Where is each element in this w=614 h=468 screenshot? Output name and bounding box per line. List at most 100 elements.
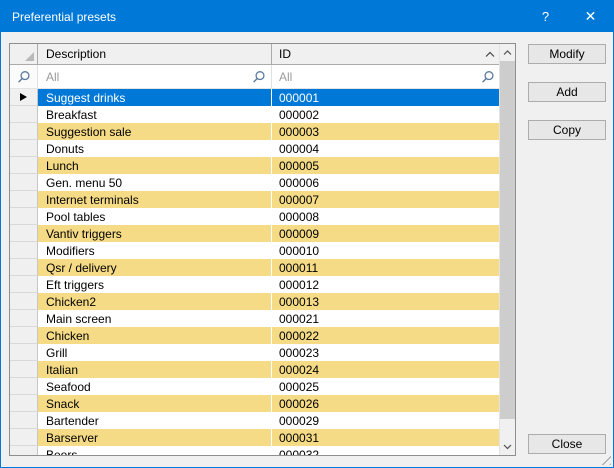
table-row[interactable]: Barserver000031 <box>10 429 499 446</box>
id-cell[interactable]: 000006 <box>272 174 499 191</box>
table-row[interactable]: Suggestion sale000003 <box>10 123 499 140</box>
row-header-cell[interactable] <box>10 344 38 361</box>
id-cell[interactable]: 000023 <box>272 344 499 361</box>
table-row[interactable]: Bartender000029 <box>10 412 499 429</box>
row-header-cell[interactable] <box>10 429 38 446</box>
description-cell[interactable]: Vantiv triggers <box>38 225 272 242</box>
description-cell[interactable]: Chicken <box>38 327 272 344</box>
description-cell[interactable]: Beers <box>38 446 272 455</box>
table-row[interactable]: Eft triggers000012 <box>10 276 499 293</box>
description-cell[interactable]: Donuts <box>38 140 272 157</box>
table-row[interactable]: Beers000032 <box>10 446 499 455</box>
row-header-cell[interactable] <box>10 310 38 327</box>
search-icon[interactable] <box>252 70 266 84</box>
help-button[interactable]: ? <box>523 1 568 32</box>
id-cell[interactable]: 000012 <box>272 276 499 293</box>
id-cell[interactable]: 000005 <box>272 157 499 174</box>
table-row[interactable]: Vantiv triggers000009 <box>10 225 499 242</box>
id-filter-input[interactable]: All <box>272 65 499 88</box>
row-header-cell[interactable] <box>10 157 38 174</box>
id-cell[interactable]: 000003 <box>272 123 499 140</box>
id-cell[interactable]: 000025 <box>272 378 499 395</box>
row-header-cell[interactable] <box>10 89 38 106</box>
scrollbar-track[interactable] <box>500 419 515 438</box>
description-cell[interactable]: Chicken2 <box>38 293 272 310</box>
row-header-cell[interactable] <box>10 412 38 429</box>
row-header-cell[interactable] <box>10 327 38 344</box>
table-row[interactable]: Main screen000021 <box>10 310 499 327</box>
scroll-down-button[interactable] <box>500 438 515 455</box>
row-header-cell[interactable] <box>10 259 38 276</box>
description-cell[interactable]: Seafood <box>38 378 272 395</box>
table-row[interactable]: Seafood000025 <box>10 378 499 395</box>
row-header-cell[interactable] <box>10 191 38 208</box>
row-header-cell[interactable] <box>10 446 38 455</box>
id-cell[interactable]: 000004 <box>272 140 499 157</box>
id-cell[interactable]: 000011 <box>272 259 499 276</box>
table-row[interactable]: Qsr / delivery000011 <box>10 259 499 276</box>
row-header-cell[interactable] <box>10 293 38 310</box>
row-header-cell[interactable] <box>10 225 38 242</box>
description-cell[interactable]: Grill <box>38 344 272 361</box>
id-cell[interactable]: 000008 <box>272 208 499 225</box>
description-cell[interactable]: Internet terminals <box>38 191 272 208</box>
table-row[interactable]: Modifiers000010 <box>10 242 499 259</box>
description-cell[interactable]: Main screen <box>38 310 272 327</box>
table-row[interactable]: Suggest drinks000001 <box>10 89 499 106</box>
row-header-cell[interactable] <box>10 174 38 191</box>
table-row[interactable]: Donuts000004 <box>10 140 499 157</box>
add-button[interactable]: Add <box>528 82 606 102</box>
row-header-cell[interactable] <box>10 208 38 225</box>
row-header-cell[interactable] <box>10 276 38 293</box>
description-cell[interactable]: Suggestion sale <box>38 123 272 140</box>
description-cell[interactable]: Eft triggers <box>38 276 272 293</box>
row-header-cell[interactable] <box>10 106 38 123</box>
table-row[interactable]: Italian000024 <box>10 361 499 378</box>
description-cell[interactable]: Modifiers <box>38 242 272 259</box>
row-header-cell[interactable] <box>10 123 38 140</box>
filter-corner-cell[interactable] <box>10 65 38 88</box>
table-row[interactable]: Pool tables000008 <box>10 208 499 225</box>
description-filter-input[interactable]: All <box>38 65 272 88</box>
description-cell[interactable]: Qsr / delivery <box>38 259 272 276</box>
id-cell[interactable]: 000024 <box>272 361 499 378</box>
description-cell[interactable]: Lunch <box>38 157 272 174</box>
table-row[interactable]: Breakfast000002 <box>10 106 499 123</box>
id-cell[interactable]: 000002 <box>272 106 499 123</box>
table-row[interactable]: Snack000026 <box>10 395 499 412</box>
description-cell[interactable]: Breakfast <box>38 106 272 123</box>
id-cell[interactable]: 000021 <box>272 310 499 327</box>
id-cell[interactable]: 000010 <box>272 242 499 259</box>
id-cell[interactable]: 000029 <box>272 412 499 429</box>
modify-button[interactable]: Modify <box>528 44 606 64</box>
close-button[interactable]: Close <box>528 434 606 454</box>
table-row[interactable]: Chicken000022 <box>10 327 499 344</box>
id-cell[interactable]: 000007 <box>272 191 499 208</box>
id-cell[interactable]: 000031 <box>272 429 499 446</box>
description-cell[interactable]: Pool tables <box>38 208 272 225</box>
row-header-cell[interactable] <box>10 140 38 157</box>
description-cell[interactable]: Suggest drinks <box>38 89 272 106</box>
column-header-id[interactable]: ID <box>272 44 499 64</box>
table-row[interactable]: Lunch000005 <box>10 157 499 174</box>
id-cell[interactable]: 000026 <box>272 395 499 412</box>
id-cell[interactable]: 000013 <box>272 293 499 310</box>
select-all-corner-cell[interactable] <box>10 44 38 64</box>
row-header-cell[interactable] <box>10 242 38 259</box>
table-row[interactable]: Chicken2000013 <box>10 293 499 310</box>
title-bar[interactable]: Preferential presets ? ✕ <box>1 1 613 32</box>
table-row[interactable]: Grill000023 <box>10 344 499 361</box>
scrollbar-thumb[interactable] <box>500 61 515 419</box>
search-icon[interactable] <box>481 70 495 84</box>
description-cell[interactable]: Snack <box>38 395 272 412</box>
scroll-up-button[interactable] <box>500 44 515 61</box>
column-header-description[interactable]: Description <box>38 44 272 64</box>
id-cell[interactable]: 000022 <box>272 327 499 344</box>
description-cell[interactable]: Italian <box>38 361 272 378</box>
row-header-cell[interactable] <box>10 395 38 412</box>
description-cell[interactable]: Barserver <box>38 429 272 446</box>
row-header-cell[interactable] <box>10 378 38 395</box>
close-window-button[interactable]: ✕ <box>568 1 613 32</box>
row-header-cell[interactable] <box>10 361 38 378</box>
id-cell[interactable]: 000009 <box>272 225 499 242</box>
